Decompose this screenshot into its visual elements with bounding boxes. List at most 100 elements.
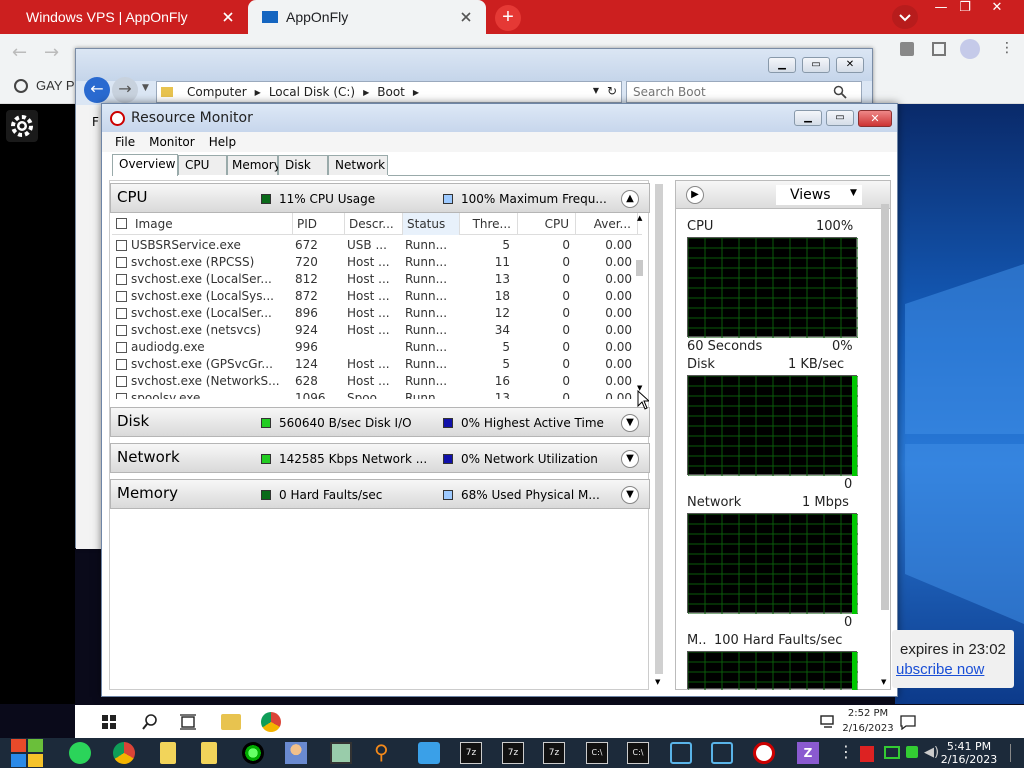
- tray-icon[interactable]: [906, 746, 918, 758]
- action-center-icon[interactable]: [900, 714, 916, 730]
- 7zip-icon[interactable]: 7z: [502, 742, 524, 764]
- row-checkbox[interactable]: [116, 308, 127, 319]
- table-row[interactable]: svchost.exe (LocalSys... 872 Host ... Runn.…: [112, 288, 642, 305]
- task-view-icon[interactable]: [179, 714, 197, 730]
- chevron-down-icon[interactable]: ▼: [621, 414, 639, 432]
- resmon-maximize-button[interactable]: ▭: [826, 110, 854, 126]
- tab-windows-vps[interactable]: Windows VPS | AppOnFly: [12, 0, 248, 34]
- vpn-icon[interactable]: [711, 742, 733, 764]
- table-row[interactable]: audiodg.exe 996 Runn... 5 0 0.00: [112, 339, 642, 356]
- row-checkbox[interactable]: [116, 342, 127, 353]
- cmd-icon[interactable]: C:\: [586, 742, 608, 764]
- expand-panel-icon[interactable]: ▶: [686, 186, 704, 204]
- menu-monitor[interactable]: Monitor: [149, 135, 195, 149]
- sticky-notes-icon[interactable]: [160, 742, 176, 764]
- table-row[interactable]: svchost.exe (netsvcs) 924 Host ... Runn... 3…: [112, 322, 642, 339]
- network-tool-icon[interactable]: [330, 742, 352, 764]
- new-tab-button[interactable]: +: [495, 5, 521, 31]
- table-row[interactable]: svchost.exe (LocalSer... 896 Host ... Runn.…: [112, 305, 642, 322]
- table-row[interactable]: spoolsv.exe 1096 Spoo... Runn... 13 0 0.00: [112, 390, 642, 399]
- nav-item-label[interactable]: F: [92, 115, 99, 129]
- maximize-button[interactable]: ❐: [950, 0, 980, 18]
- tab-disk[interactable]: Disk: [278, 155, 328, 175]
- refresh-icon[interactable]: ↻: [607, 84, 617, 98]
- explorer-close-button[interactable]: ✕: [836, 57, 864, 73]
- explorer-search[interactable]: [626, 81, 862, 103]
- windows-start-icon[interactable]: [10, 738, 44, 768]
- breadcrumb-item[interactable]: Local Disk (C:): [269, 85, 355, 99]
- tab-overview[interactable]: Overview: [112, 154, 178, 176]
- close-window-button[interactable]: ✕: [982, 0, 1012, 18]
- select-all-checkbox[interactable]: [116, 218, 127, 229]
- tab-memory[interactable]: Memory: [227, 155, 281, 175]
- menu-file[interactable]: File: [115, 135, 135, 149]
- tab-network[interactable]: Network: [328, 155, 388, 175]
- chrome-icon[interactable]: [261, 712, 281, 732]
- table-row[interactable]: svchost.exe (RPCSS) 720 Host ... Runn... 11 0…: [112, 254, 642, 271]
- explorer-maximize-button[interactable]: ▭: [802, 57, 830, 73]
- table-row[interactable]: USBSRService.exe 672 USB ... Runn... 5 0 0.00: [112, 237, 642, 254]
- table-row[interactable]: svchost.exe (NetworkS... 628 Host ... Runn.…: [112, 373, 642, 390]
- resource-monitor-icon[interactable]: [753, 742, 775, 764]
- chevron-down-icon[interactable]: ▼: [593, 86, 599, 95]
- chevron-down-icon[interactable]: ▼: [621, 486, 639, 504]
- explorer-minimize-button[interactable]: ▁: [768, 57, 796, 73]
- zoom-app-icon[interactable]: Z: [797, 742, 819, 764]
- tab-search-button[interactable]: [892, 5, 918, 29]
- row-checkbox[interactable]: [116, 240, 127, 251]
- spotify-icon[interactable]: [69, 742, 91, 764]
- menu-help[interactable]: Help: [209, 135, 236, 149]
- breadcrumb[interactable]: Computer ▶ Local Disk (C:) ▶ Boot ▶ ▼ ↻: [156, 81, 622, 103]
- scroll-thumb[interactable]: [636, 260, 643, 276]
- magnifier-icon[interactable]: ⚲: [374, 742, 396, 764]
- overflow-dots-icon[interactable]: ⋮: [838, 742, 854, 761]
- chrome-icon[interactable]: [113, 742, 135, 764]
- close-icon[interactable]: [220, 9, 236, 25]
- 7zip-icon[interactable]: 7z: [543, 742, 565, 764]
- settings-gear-icon[interactable]: [6, 110, 38, 142]
- scroll-thumb[interactable]: [881, 204, 889, 610]
- cmd-icon[interactable]: C:\: [627, 742, 649, 764]
- remote-clock-date[interactable]: 2/16/2023: [841, 723, 895, 734]
- row-checkbox[interactable]: [116, 291, 127, 302]
- row-checkbox[interactable]: [116, 376, 127, 387]
- show-desktop-button[interactable]: [1010, 744, 1020, 762]
- resmon-minimize-button[interactable]: ▁: [794, 110, 822, 126]
- col-average[interactable]: Aver...: [576, 213, 638, 235]
- chevron-down-icon[interactable]: ▼: [850, 188, 857, 198]
- host-clock-time[interactable]: 5:41 PM: [942, 740, 996, 753]
- file-explorer-icon[interactable]: [221, 714, 241, 730]
- resmon-close-button[interactable]: ✕: [858, 110, 892, 127]
- col-threads[interactable]: Thre...: [460, 213, 518, 235]
- sticky-notes-icon[interactable]: [201, 742, 217, 764]
- col-pid[interactable]: PID: [293, 213, 345, 235]
- chevron-down-icon[interactable]: ▼: [621, 450, 639, 468]
- col-image[interactable]: Image: [131, 213, 293, 235]
- graphs-scrollbar[interactable]: ▼: [879, 200, 891, 690]
- vpn-icon[interactable]: [670, 742, 692, 764]
- volume-icon[interactable]: ◀): [924, 745, 939, 760]
- search-input[interactable]: [633, 85, 833, 99]
- disk-section-header[interactable]: Disk 560640 B/sec Disk I/O 0% Highest Ac…: [110, 407, 650, 437]
- col-status[interactable]: Status: [403, 213, 460, 235]
- close-icon[interactable]: [458, 9, 474, 25]
- breadcrumb-item[interactable]: Computer: [187, 85, 247, 99]
- bookmark-item[interactable]: GAY P: [14, 78, 75, 93]
- flag-icon[interactable]: [860, 746, 874, 762]
- forward-arrow-icon[interactable]: →: [112, 77, 138, 103]
- remote-app-icon[interactable]: [418, 742, 440, 764]
- table-row[interactable]: svchost.exe (LocalSer... 812 Host ... Runn.…: [112, 271, 642, 288]
- row-checkbox[interactable]: [116, 359, 127, 370]
- cpu-section-header[interactable]: CPU 11% CPU Usage 100% Maximum Frequ... …: [110, 183, 650, 213]
- menu-dots-icon[interactable]: ⋮: [1000, 40, 1014, 56]
- scroll-down-icon[interactable]: ▼: [881, 678, 886, 686]
- monitor-icon[interactable]: [884, 746, 900, 759]
- subscribe-link[interactable]: ubscribe now: [896, 661, 984, 678]
- col-description[interactable]: Descr...: [345, 213, 403, 235]
- table-scrollbar[interactable]: ▲ ▼: [634, 214, 646, 396]
- scroll-thumb[interactable]: [655, 184, 663, 674]
- row-checkbox[interactable]: [116, 393, 127, 399]
- profile-avatar[interactable]: [960, 39, 980, 59]
- scroll-up-icon[interactable]: ▲: [637, 214, 642, 222]
- remote-clock-time[interactable]: 2:52 PM: [843, 708, 893, 719]
